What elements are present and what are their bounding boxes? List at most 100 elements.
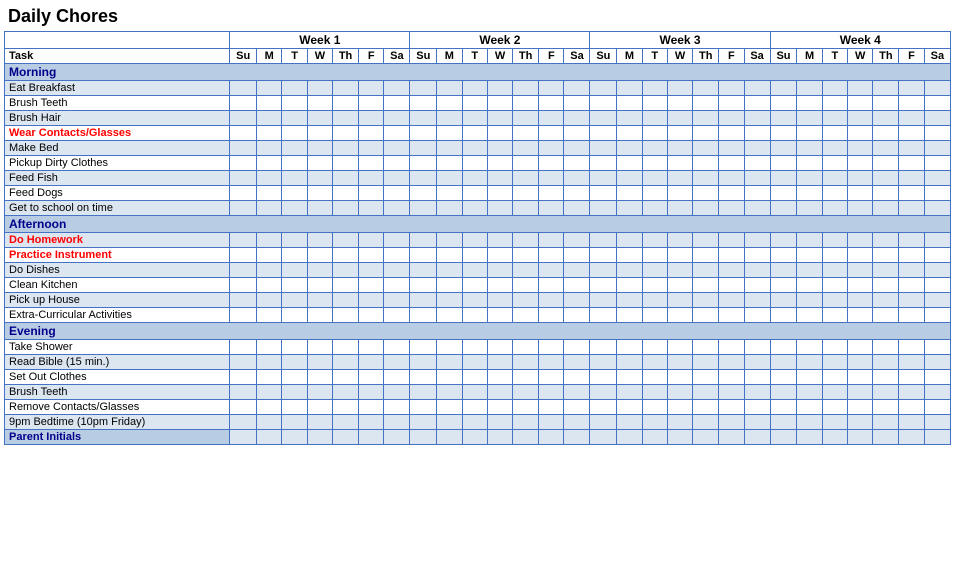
day-cell[interactable] xyxy=(282,355,307,370)
day-cell[interactable] xyxy=(230,111,257,126)
day-cell[interactable] xyxy=(257,400,282,415)
day-cell[interactable] xyxy=(462,400,487,415)
day-cell[interactable] xyxy=(359,111,384,126)
day-cell[interactable] xyxy=(642,340,667,355)
day-cell[interactable] xyxy=(230,248,257,263)
day-cell[interactable] xyxy=(437,263,462,278)
day-cell[interactable] xyxy=(257,248,282,263)
day-cell[interactable] xyxy=(873,96,899,111)
day-cell[interactable] xyxy=(848,385,873,400)
day-cell[interactable] xyxy=(359,171,384,186)
day-cell[interactable] xyxy=(359,355,384,370)
day-cell[interactable] xyxy=(667,186,692,201)
day-cell[interactable] xyxy=(513,126,539,141)
day-cell[interactable] xyxy=(333,278,359,293)
day-cell[interactable] xyxy=(462,308,487,323)
day-cell[interactable] xyxy=(410,186,437,201)
day-cell[interactable] xyxy=(462,201,487,216)
day-cell[interactable] xyxy=(564,156,590,171)
day-cell[interactable] xyxy=(257,370,282,385)
day-cell[interactable] xyxy=(667,248,692,263)
day-cell[interactable] xyxy=(230,355,257,370)
day-cell[interactable] xyxy=(437,126,462,141)
parent-initials-cell[interactable] xyxy=(539,430,564,445)
day-cell[interactable] xyxy=(333,81,359,96)
day-cell[interactable] xyxy=(307,355,332,370)
day-cell[interactable] xyxy=(719,415,744,430)
day-cell[interactable] xyxy=(590,308,617,323)
day-cell[interactable] xyxy=(513,340,539,355)
day-cell[interactable] xyxy=(539,293,564,308)
day-cell[interactable] xyxy=(924,248,950,263)
day-cell[interactable] xyxy=(564,385,590,400)
day-cell[interactable] xyxy=(282,186,307,201)
day-cell[interactable] xyxy=(642,385,667,400)
day-cell[interactable] xyxy=(642,141,667,156)
day-cell[interactable] xyxy=(437,385,462,400)
day-cell[interactable] xyxy=(410,233,437,248)
day-cell[interactable] xyxy=(307,308,332,323)
day-cell[interactable] xyxy=(282,81,307,96)
day-cell[interactable] xyxy=(590,233,617,248)
day-cell[interactable] xyxy=(667,96,692,111)
day-cell[interactable] xyxy=(693,308,719,323)
day-cell[interactable] xyxy=(257,111,282,126)
day-cell[interactable] xyxy=(642,415,667,430)
day-cell[interactable] xyxy=(564,126,590,141)
day-cell[interactable] xyxy=(487,293,512,308)
day-cell[interactable] xyxy=(230,201,257,216)
day-cell[interactable] xyxy=(333,233,359,248)
day-cell[interactable] xyxy=(462,263,487,278)
day-cell[interactable] xyxy=(539,355,564,370)
day-cell[interactable] xyxy=(564,186,590,201)
day-cell[interactable] xyxy=(848,400,873,415)
day-cell[interactable] xyxy=(924,171,950,186)
day-cell[interactable] xyxy=(744,171,770,186)
day-cell[interactable] xyxy=(230,186,257,201)
day-cell[interactable] xyxy=(564,355,590,370)
day-cell[interactable] xyxy=(359,308,384,323)
day-cell[interactable] xyxy=(899,248,924,263)
day-cell[interactable] xyxy=(384,415,410,430)
day-cell[interactable] xyxy=(693,126,719,141)
day-cell[interactable] xyxy=(590,96,617,111)
parent-initials-cell[interactable] xyxy=(359,430,384,445)
day-cell[interactable] xyxy=(667,126,692,141)
day-cell[interactable] xyxy=(307,233,332,248)
day-cell[interactable] xyxy=(667,171,692,186)
day-cell[interactable] xyxy=(642,248,667,263)
parent-initials-cell[interactable] xyxy=(590,430,617,445)
day-cell[interactable] xyxy=(617,340,642,355)
parent-initials-cell[interactable] xyxy=(307,430,332,445)
day-cell[interactable] xyxy=(617,201,642,216)
day-cell[interactable] xyxy=(822,293,847,308)
day-cell[interactable] xyxy=(590,278,617,293)
day-cell[interactable] xyxy=(924,340,950,355)
day-cell[interactable] xyxy=(617,248,642,263)
day-cell[interactable] xyxy=(230,156,257,171)
day-cell[interactable] xyxy=(487,233,512,248)
day-cell[interactable] xyxy=(410,370,437,385)
day-cell[interactable] xyxy=(770,278,797,293)
day-cell[interactable] xyxy=(230,278,257,293)
day-cell[interactable] xyxy=(797,141,822,156)
day-cell[interactable] xyxy=(770,81,797,96)
day-cell[interactable] xyxy=(642,233,667,248)
day-cell[interactable] xyxy=(384,126,410,141)
day-cell[interactable] xyxy=(924,96,950,111)
day-cell[interactable] xyxy=(617,126,642,141)
day-cell[interactable] xyxy=(873,156,899,171)
day-cell[interactable] xyxy=(719,293,744,308)
day-cell[interactable] xyxy=(564,415,590,430)
day-cell[interactable] xyxy=(359,263,384,278)
day-cell[interactable] xyxy=(693,111,719,126)
day-cell[interactable] xyxy=(257,385,282,400)
day-cell[interactable] xyxy=(873,263,899,278)
day-cell[interactable] xyxy=(437,340,462,355)
day-cell[interactable] xyxy=(899,96,924,111)
day-cell[interactable] xyxy=(822,308,847,323)
day-cell[interactable] xyxy=(590,141,617,156)
day-cell[interactable] xyxy=(693,156,719,171)
day-cell[interactable] xyxy=(513,186,539,201)
day-cell[interactable] xyxy=(848,355,873,370)
